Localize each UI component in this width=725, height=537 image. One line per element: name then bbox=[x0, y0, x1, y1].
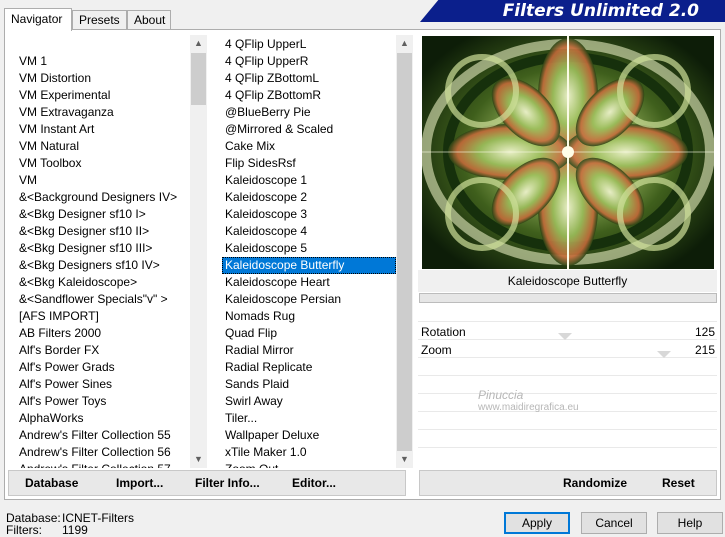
right-toolbar: Randomize Reset bbox=[419, 470, 717, 496]
category-item[interactable]: [AFS IMPORT] bbox=[16, 308, 190, 325]
filter-item[interactable]: Kaleidoscope 5 bbox=[222, 240, 396, 257]
cancel-button[interactable]: Cancel bbox=[581, 512, 647, 534]
slider-value: 125 bbox=[694, 325, 715, 339]
category-item[interactable]: &<Bkg Designer sf10 III> bbox=[16, 240, 190, 257]
category-item[interactable]: &<Sandflower Specials"v" > bbox=[16, 291, 190, 308]
slider-label: Zoom bbox=[421, 343, 452, 357]
scroll-up-icon[interactable]: ▲ bbox=[190, 35, 207, 52]
tab-presets[interactable]: Presets bbox=[72, 10, 127, 29]
category-item[interactable]: VM bbox=[16, 172, 190, 189]
slider-thumb-icon[interactable] bbox=[558, 333, 572, 340]
category-item[interactable]: Andrew's Filter Collection 56 bbox=[16, 444, 190, 461]
help-button[interactable]: Help bbox=[657, 512, 723, 534]
filter-item[interactable]: xTile Maker 1.0 bbox=[222, 444, 396, 461]
category-item[interactable]: VM Distortion bbox=[16, 70, 190, 87]
category-item[interactable]: AlphaWorks bbox=[16, 410, 190, 427]
reset-button[interactable]: Reset bbox=[662, 471, 695, 495]
filter-item[interactable]: Cake Mix bbox=[222, 138, 396, 155]
app-banner-title: Filters Unlimited 2.0 bbox=[420, 0, 725, 22]
scroll-down-icon[interactable]: ▼ bbox=[190, 451, 207, 468]
category-item[interactable]: VM Experimental bbox=[16, 87, 190, 104]
category-item[interactable]: Alf's Power Sines bbox=[16, 376, 190, 393]
category-item[interactable]: &<Bkg Designers sf10 IV> bbox=[16, 257, 190, 274]
filter-item[interactable]: Tiler... bbox=[222, 410, 396, 427]
category-scrollbar[interactable]: ▲ ▼ bbox=[190, 35, 207, 468]
slider-zoom[interactable]: Zoom 215 bbox=[418, 342, 717, 359]
apply-button[interactable]: Apply bbox=[504, 512, 570, 534]
scroll-up-icon[interactable]: ▲ bbox=[396, 35, 413, 52]
filter-preview-image bbox=[422, 36, 714, 269]
scroll-thumb[interactable] bbox=[397, 53, 412, 451]
category-item[interactable]: VM Extravaganza bbox=[16, 104, 190, 121]
category-item[interactable]: Alf's Power Toys bbox=[16, 393, 190, 410]
scroll-thumb[interactable] bbox=[191, 53, 206, 105]
filter-item[interactable]: Swirl Away bbox=[222, 393, 396, 410]
filter-item[interactable]: Radial Replicate bbox=[222, 359, 396, 376]
filter-scrollbar[interactable]: ▲ ▼ bbox=[396, 35, 413, 468]
watermark: Pinuccia www.maidiregrafica.eu bbox=[478, 388, 579, 413]
selected-filter-name: Kaleidoscope Butterfly bbox=[418, 270, 717, 292]
status-info: Database:ICNET-Filters Filters: 1199 bbox=[6, 512, 134, 536]
import-button[interactable]: Import... bbox=[116, 471, 163, 495]
filter-item[interactable]: Nomads Rug bbox=[222, 308, 396, 325]
category-list[interactable]: VM 1 VM Distortion VM Experimental VM Extra… bbox=[14, 35, 207, 468]
filter-item[interactable]: 4 QFlip UpperL bbox=[222, 36, 396, 53]
category-item[interactable]: VM 1 bbox=[16, 53, 190, 70]
filter-item[interactable]: @Mirrored & Scaled bbox=[222, 121, 396, 138]
filter-item[interactable]: Zoom Out bbox=[222, 461, 396, 468]
category-item[interactable]: VM Toolbox bbox=[16, 155, 190, 172]
slider-rotation[interactable]: Rotation 125 bbox=[418, 324, 717, 341]
parameter-sliders: Rotation 125 Zoom 215 Pinuccia www.maidi… bbox=[418, 304, 717, 465]
left-toolbar: Database Import... Filter Info... Editor… bbox=[8, 470, 406, 496]
filter-item[interactable]: Kaleidoscope 3 bbox=[222, 206, 396, 223]
filter-item[interactable]: Kaleidoscope 2 bbox=[222, 189, 396, 206]
scroll-down-icon[interactable]: ▼ bbox=[396, 451, 413, 468]
watermark-brand: Pinuccia bbox=[478, 388, 524, 402]
filter-list[interactable]: 4 QFlip UpperL 4 QFlip UpperR 4 QFlip ZBot… bbox=[220, 35, 413, 468]
editor-button[interactable]: Editor... bbox=[292, 471, 336, 495]
category-item[interactable]: &<Background Designers IV> bbox=[16, 189, 190, 206]
filter-item[interactable]: Kaleidoscope Heart bbox=[222, 274, 396, 291]
slider-value: 215 bbox=[694, 343, 715, 357]
category-item[interactable]: &<Bkg Kaleidoscope> bbox=[16, 274, 190, 291]
filter-item[interactable]: 4 QFlip UpperR bbox=[222, 53, 396, 70]
filter-item[interactable]: Quad Flip bbox=[222, 325, 396, 342]
filter-item[interactable]: Kaleidoscope 4 bbox=[222, 223, 396, 240]
category-item[interactable]: &<Bkg Designer sf10 I> bbox=[16, 206, 190, 223]
category-item[interactable]: Alf's Power Grads bbox=[16, 359, 190, 376]
category-item[interactable]: VM Natural bbox=[16, 138, 190, 155]
category-item[interactable]: VM Instant Art bbox=[16, 121, 190, 138]
slider-thumb-icon[interactable] bbox=[657, 351, 671, 358]
filter-item[interactable]: Kaleidoscope 1 bbox=[222, 172, 396, 189]
category-items: VM 1 VM Distortion VM Experimental VM Extra… bbox=[16, 53, 190, 468]
category-item[interactable]: Alf's Border FX bbox=[16, 342, 190, 359]
category-item[interactable]: Andrew's Filter Collection 57 bbox=[16, 461, 190, 468]
filter-item[interactable]: Radial Mirror bbox=[222, 342, 396, 359]
watermark-url: www.maidiregrafica.eu bbox=[478, 402, 579, 413]
filter-item[interactable]: 4 QFlip ZBottomR bbox=[222, 87, 396, 104]
randomize-button[interactable]: Randomize bbox=[563, 471, 627, 495]
database-button[interactable]: Database bbox=[25, 471, 78, 495]
filter-item[interactable]: Flip SidesRsf bbox=[222, 155, 396, 172]
category-item[interactable]: &<Bkg Designer sf10 II> bbox=[16, 223, 190, 240]
tab-navigator[interactable]: Navigator bbox=[4, 8, 72, 31]
filter-item[interactable]: 4 QFlip ZBottomL bbox=[222, 70, 396, 87]
category-item[interactable]: AB Filters 2000 bbox=[16, 325, 190, 342]
slider-label: Rotation bbox=[421, 325, 466, 339]
filter-item-selected[interactable]: Kaleidoscope Butterfly bbox=[222, 257, 396, 274]
filters-count-label: Filters: bbox=[6, 523, 42, 537]
filter-items: 4 QFlip UpperL 4 QFlip UpperR 4 QFlip ZBot… bbox=[222, 36, 396, 468]
filter-item[interactable]: @BlueBerry Pie bbox=[222, 104, 396, 121]
tab-about[interactable]: About bbox=[127, 10, 171, 29]
filter-info-button[interactable]: Filter Info... bbox=[195, 471, 260, 495]
progress-bar bbox=[419, 293, 717, 303]
filter-item[interactable]: Wallpaper Deluxe bbox=[222, 427, 396, 444]
filter-item[interactable]: Sands Plaid bbox=[222, 376, 396, 393]
kaleidoscope-butterfly-preview bbox=[422, 36, 714, 269]
filter-item[interactable]: Kaleidoscope Persian bbox=[222, 291, 396, 308]
category-item[interactable]: Andrew's Filter Collection 55 bbox=[16, 427, 190, 444]
